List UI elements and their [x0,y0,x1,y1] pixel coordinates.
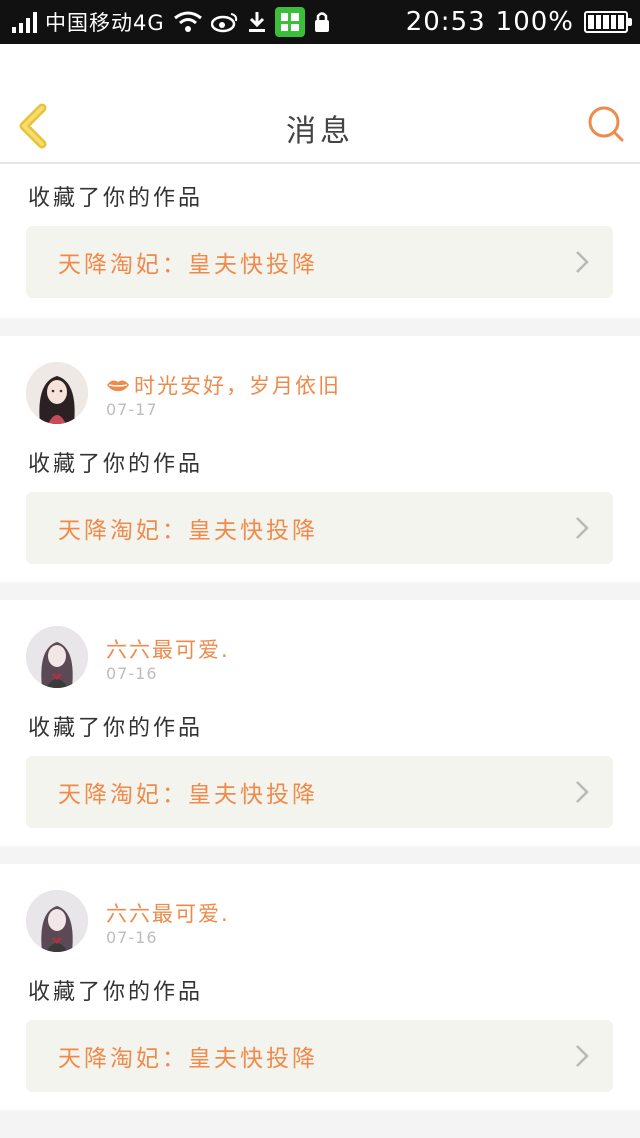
avatar[interactable] [26,890,88,952]
username[interactable]: 时光安好，岁月依旧 [106,370,341,400]
message-date: 07-17 [106,400,158,419]
work-title: 天降淘妃：皇夫快投降 [58,518,318,544]
message-card: 收藏了你的作品 天降淘妃：皇夫快投降 [0,164,640,318]
work-title: 天降淘妃：皇夫快投降 [58,252,318,278]
work-title: 天降淘妃：皇夫快投降 [58,782,318,808]
username-text: 时光安好，岁月依旧 [134,374,341,398]
chevron-right-icon [576,781,589,803]
message-date: 07-16 [106,928,158,947]
work-link[interactable]: 天降淘妃：皇夫快投降 [26,1020,613,1092]
message-list: 收藏了你的作品 天降淘妃：皇夫快投降 时光安好，岁月依旧 07-17 收藏了你的… [0,164,640,1110]
message-card: 时光安好，岁月依旧 07-17 收藏了你的作品 天降淘妃：皇夫快投降 [0,336,640,582]
message-card: 六六最可爱. 07-16 收藏了你的作品 天降淘妃：皇夫快投降 [0,864,640,1110]
page-title: 消息 [286,114,354,149]
carrier-label: 中国移动4G [45,11,165,35]
username-text: 六六最可爱. [106,638,230,662]
battery-percent: 100% [495,7,574,37]
username-text: 六六最可爱. [106,902,230,926]
message-action-text: 收藏了你的作品 [28,716,204,741]
battery-icon [584,11,632,33]
message-date: 07-16 [106,664,158,683]
username[interactable]: 六六最可爱. [106,634,230,664]
work-title: 天降淘妃：皇夫快投降 [58,1046,318,1072]
message-card: 六六最可爱. 07-16 收藏了你的作品 天降淘妃：皇夫快投降 [0,600,640,846]
lips-icon [107,380,129,392]
top-nav: 消息 [0,44,640,164]
avatar[interactable] [26,626,88,688]
lock-icon [313,10,331,34]
weibo-icon [210,11,239,33]
work-link[interactable]: 天降淘妃：皇夫快投降 [26,492,613,564]
username[interactable]: 六六最可爱. [106,898,230,928]
chevron-right-icon [576,251,589,273]
search-icon [588,106,624,142]
status-bar: 中国移动4G 20:53 100% [0,0,640,44]
chevron-right-icon [576,517,589,539]
app-grid-icon [274,7,305,37]
wifi-icon [173,10,203,34]
work-link[interactable]: 天降淘妃：皇夫快投降 [26,226,613,298]
clock: 20:53 [405,7,486,37]
search-button[interactable] [586,104,626,144]
message-action-text: 收藏了你的作品 [28,980,204,1005]
download-icon [247,10,267,34]
message-action-text: 收藏了你的作品 [28,186,204,211]
work-link[interactable]: 天降淘妃：皇夫快投降 [26,756,613,828]
chevron-right-icon [576,1045,589,1067]
message-action-text: 收藏了你的作品 [28,452,204,477]
avatar[interactable] [26,362,88,424]
signal-icon [12,11,37,33]
